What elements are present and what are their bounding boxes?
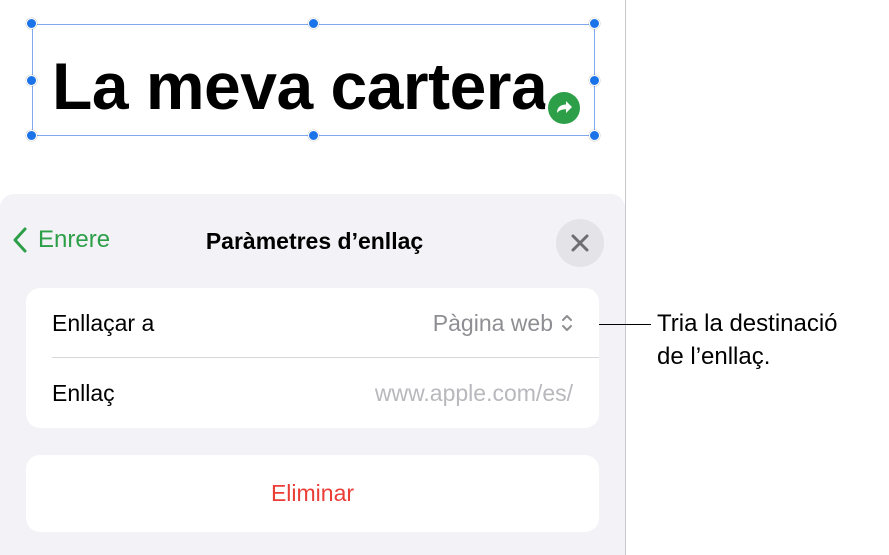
link-to-selected-value: Pàgina web — [432, 309, 553, 336]
selection-handle-middle-left[interactable] — [26, 75, 37, 86]
selection-handle-bottom-right[interactable] — [589, 130, 600, 141]
link-badge[interactable] — [545, 89, 583, 127]
close-button[interactable] — [556, 219, 604, 267]
link-settings-sheet: Enrere Paràmetres d’enllaç Enllaçar a Pà… — [0, 194, 625, 555]
link-arrow-icon — [548, 92, 580, 124]
callout-line-2: de l’enllaç. — [657, 343, 771, 370]
screenshot-canvas: La meva cartera Enrere Paràmetres d’enll… — [0, 0, 889, 555]
selection-handle-top-left[interactable] — [26, 18, 37, 29]
link-url-label: Enllaç — [52, 379, 115, 406]
link-to-row[interactable]: Enllaçar a Pàgina web — [26, 288, 599, 358]
selection-handle-top-right[interactable] — [589, 18, 600, 29]
link-url-field[interactable]: www.apple.com/es/ — [375, 380, 573, 407]
slide-title-text[interactable]: La meva cartera — [52, 48, 548, 124]
delete-link-label: Eliminar — [270, 480, 355, 506]
link-to-value[interactable]: Pàgina web — [433, 310, 573, 337]
device-screen: La meva cartera Enrere Paràmetres d’enll… — [0, 0, 626, 555]
close-icon — [571, 234, 589, 252]
delete-link-button[interactable]: Eliminar — [26, 455, 599, 532]
sheet-title-label: Paràmetres d’enllaç — [205, 228, 424, 254]
selection-handle-bottom-center[interactable] — [308, 130, 319, 141]
callout-text: Tria la destinació de l’enllaç. — [657, 307, 889, 373]
link-to-label: Enllaçar a — [52, 309, 155, 336]
up-down-chevron-icon — [562, 315, 572, 331]
link-url-row[interactable]: Enllaç www.apple.com/es/ — [26, 358, 599, 428]
callout-line — [599, 324, 651, 325]
selection-handle-bottom-left[interactable] — [26, 130, 37, 141]
sheet-title: Paràmetres d’enllaç — [0, 228, 625, 255]
selection-handle-middle-right[interactable] — [589, 75, 600, 86]
link-settings-group: Enllaçar a Pàgina web Enllaç www.apple.c… — [26, 288, 599, 428]
selection-handle-top-center[interactable] — [308, 18, 319, 29]
callout-line-1: Tria la destinació — [657, 310, 838, 337]
